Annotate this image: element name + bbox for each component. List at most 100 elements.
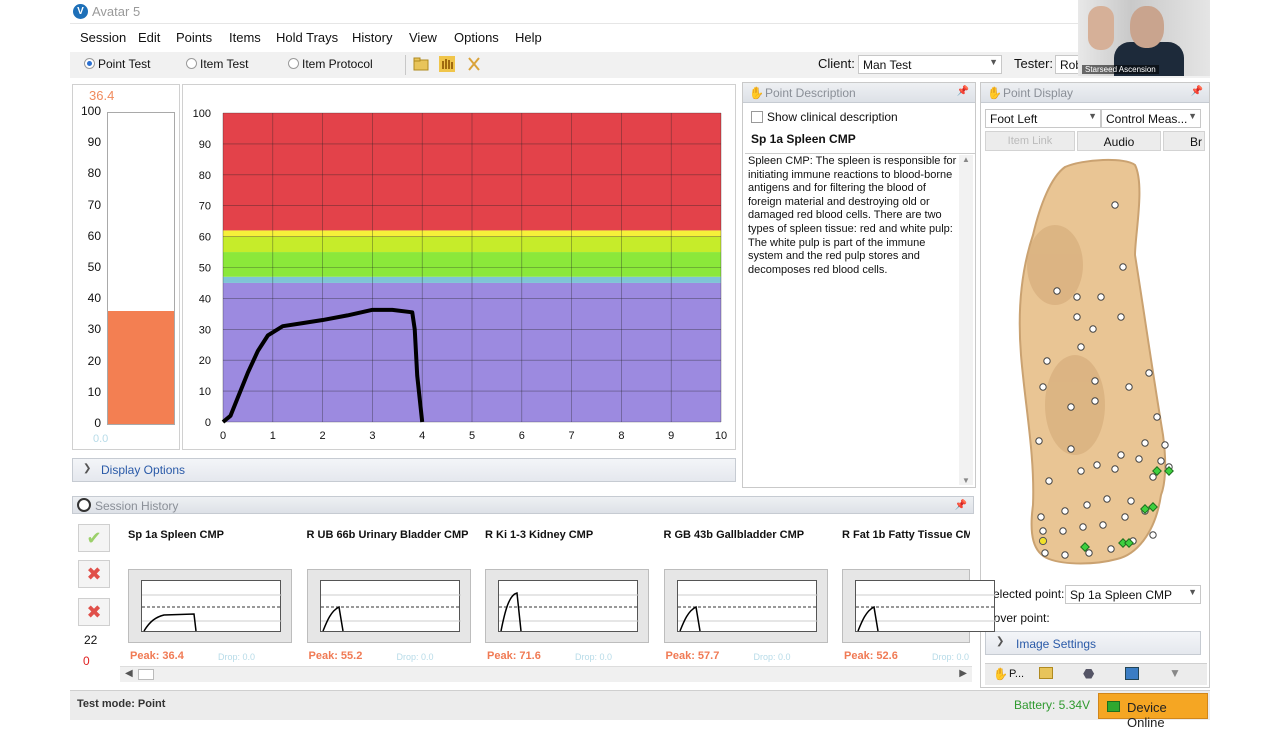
scroll-up-icon[interactable]: ▲ [962, 155, 970, 164]
foot-point[interactable] [1061, 507, 1069, 515]
foot-point[interactable] [1117, 313, 1125, 321]
foot-point[interactable] [1041, 549, 1049, 557]
foot-point[interactable] [1085, 549, 1093, 557]
scroll-down-icon[interactable]: ▼ [962, 476, 970, 485]
display-options-bar[interactable]: ❯ Display Options [72, 458, 736, 482]
audio-tab[interactable]: Audio [1077, 131, 1161, 151]
hand-icon[interactable] [438, 55, 456, 73]
points-tab-label[interactable]: P... [1009, 668, 1024, 680]
history-item-title[interactable]: R Fat 1b Fatty Tissue CMP [842, 529, 970, 541]
history-item-title[interactable]: R Ki 1-3 Kidney CMP [485, 529, 655, 541]
foot-point[interactable] [1103, 495, 1111, 503]
hand-icon[interactable]: ✋ [993, 667, 1008, 681]
foot-point[interactable] [1077, 343, 1085, 351]
foot-point[interactable] [1073, 293, 1081, 301]
menu-session[interactable]: Session [80, 30, 126, 45]
menu-options[interactable]: Options [454, 30, 499, 45]
foot-point[interactable] [1099, 521, 1107, 529]
foot-point[interactable] [1111, 465, 1119, 473]
foot-point[interactable] [1039, 527, 1047, 535]
menu-help[interactable]: Help [515, 30, 542, 45]
foot-point[interactable] [1097, 293, 1105, 301]
foot-point[interactable] [1045, 477, 1053, 485]
foot-point[interactable] [1127, 497, 1135, 505]
foot-point[interactable] [1149, 473, 1157, 481]
point-test-radio[interactable] [84, 58, 95, 69]
image-settings-bar[interactable]: ❯ Image Settings [985, 631, 1201, 655]
foot-point[interactable] [1149, 531, 1157, 539]
show-clinical-description-label[interactable]: Show clinical description [767, 110, 898, 124]
foot-point[interactable] [1073, 313, 1081, 321]
show-clinical-description-checkbox[interactable] [751, 111, 763, 123]
menu-points[interactable]: Points [176, 30, 212, 45]
foot-point[interactable] [1037, 513, 1045, 521]
foot-diagram[interactable] [985, 155, 1205, 575]
item-test-radio[interactable] [186, 58, 197, 69]
history-thumbnail[interactable] [842, 569, 996, 643]
foot-point[interactable] [1157, 457, 1165, 465]
menu-view[interactable]: View [409, 30, 437, 45]
scroll-right-icon[interactable]: ▶ [959, 668, 967, 679]
foot-point[interactable] [1089, 325, 1097, 333]
br-tab[interactable]: Br [1163, 131, 1205, 151]
scroll-thumb[interactable] [138, 669, 154, 680]
foot-point[interactable] [1117, 451, 1125, 459]
foot-point[interactable] [1093, 461, 1101, 469]
foot-point[interactable] [1053, 287, 1061, 295]
mode-select[interactable]: Control Meas... ▼ [1101, 109, 1201, 128]
pin-icon[interactable]: 📌 [957, 86, 969, 97]
menu-hold-trays[interactable]: Hold Trays [276, 30, 338, 45]
view-select[interactable]: Foot Left ▼ [985, 109, 1101, 128]
foot-point-selected[interactable] [1038, 536, 1048, 546]
reject-button[interactable]: ✖ [78, 598, 110, 626]
item-protocol-radio[interactable] [288, 58, 299, 69]
foot-point[interactable] [1039, 383, 1047, 391]
foot-point[interactable] [1107, 545, 1115, 553]
item-link-tab[interactable]: Item Link [985, 131, 1075, 151]
image-icon[interactable] [1125, 667, 1139, 680]
foot-point[interactable] [1061, 551, 1069, 559]
scroll-left-icon[interactable]: ◀ [125, 668, 133, 679]
foot-point[interactable] [1161, 441, 1169, 449]
menu-edit[interactable]: Edit [138, 30, 160, 45]
foot-point[interactable] [1111, 201, 1119, 209]
item-protocol-label[interactable]: Item Protocol [302, 57, 373, 71]
folder-icon[interactable] [412, 55, 430, 73]
foot-point[interactable] [1125, 383, 1133, 391]
foot-point[interactable] [1145, 369, 1153, 377]
foot-point[interactable] [1043, 357, 1051, 365]
foot-point[interactable] [1119, 263, 1127, 271]
history-thumbnail[interactable] [128, 569, 292, 643]
history-thumbnail[interactable] [306, 569, 471, 643]
pin-icon[interactable]: 📌 [1191, 86, 1203, 97]
foot-point[interactable] [1083, 501, 1091, 509]
foot-point[interactable] [1079, 523, 1087, 531]
history-item-title[interactable]: Sp 1a Spleen CMP [128, 529, 298, 541]
point-test-label[interactable]: Point Test [98, 57, 150, 71]
menu-items[interactable]: Items [229, 30, 261, 45]
foot-point[interactable] [1135, 455, 1143, 463]
foot-point[interactable] [1091, 397, 1099, 405]
accept-button[interactable]: ✔ [78, 524, 110, 552]
description-scrollbar[interactable]: ▲ ▼ [959, 155, 973, 485]
folder-icon[interactable] [1039, 667, 1053, 679]
foot-point[interactable] [1077, 467, 1085, 475]
filter-icon[interactable]: ▼ [1169, 666, 1181, 680]
foot-point[interactable] [1067, 445, 1075, 453]
foot-point[interactable] [1091, 377, 1099, 385]
foot-point[interactable] [1035, 437, 1043, 445]
reject-all-button[interactable]: ✖ [78, 560, 110, 588]
tools-icon[interactable] [465, 55, 483, 73]
selected-point-select[interactable]: Sp 1a Spleen CMP ▼ [1065, 585, 1201, 604]
foot-point[interactable] [1141, 439, 1149, 447]
history-thumbnail[interactable] [485, 569, 649, 643]
foot-point[interactable] [1153, 413, 1161, 421]
foot-point[interactable] [1059, 527, 1067, 535]
history-item-title[interactable]: R GB 43b Gallbladder CMP [664, 529, 834, 541]
foot-point[interactable] [1067, 403, 1075, 411]
menu-history[interactable]: History [352, 30, 392, 45]
history-item-title[interactable]: R UB 66b Urinary Bladder CMP [307, 529, 477, 541]
history-thumbnail[interactable] [663, 569, 828, 643]
client-select[interactable]: Man Test ▼ [858, 55, 1002, 74]
item-test-label[interactable]: Item Test [200, 57, 248, 71]
